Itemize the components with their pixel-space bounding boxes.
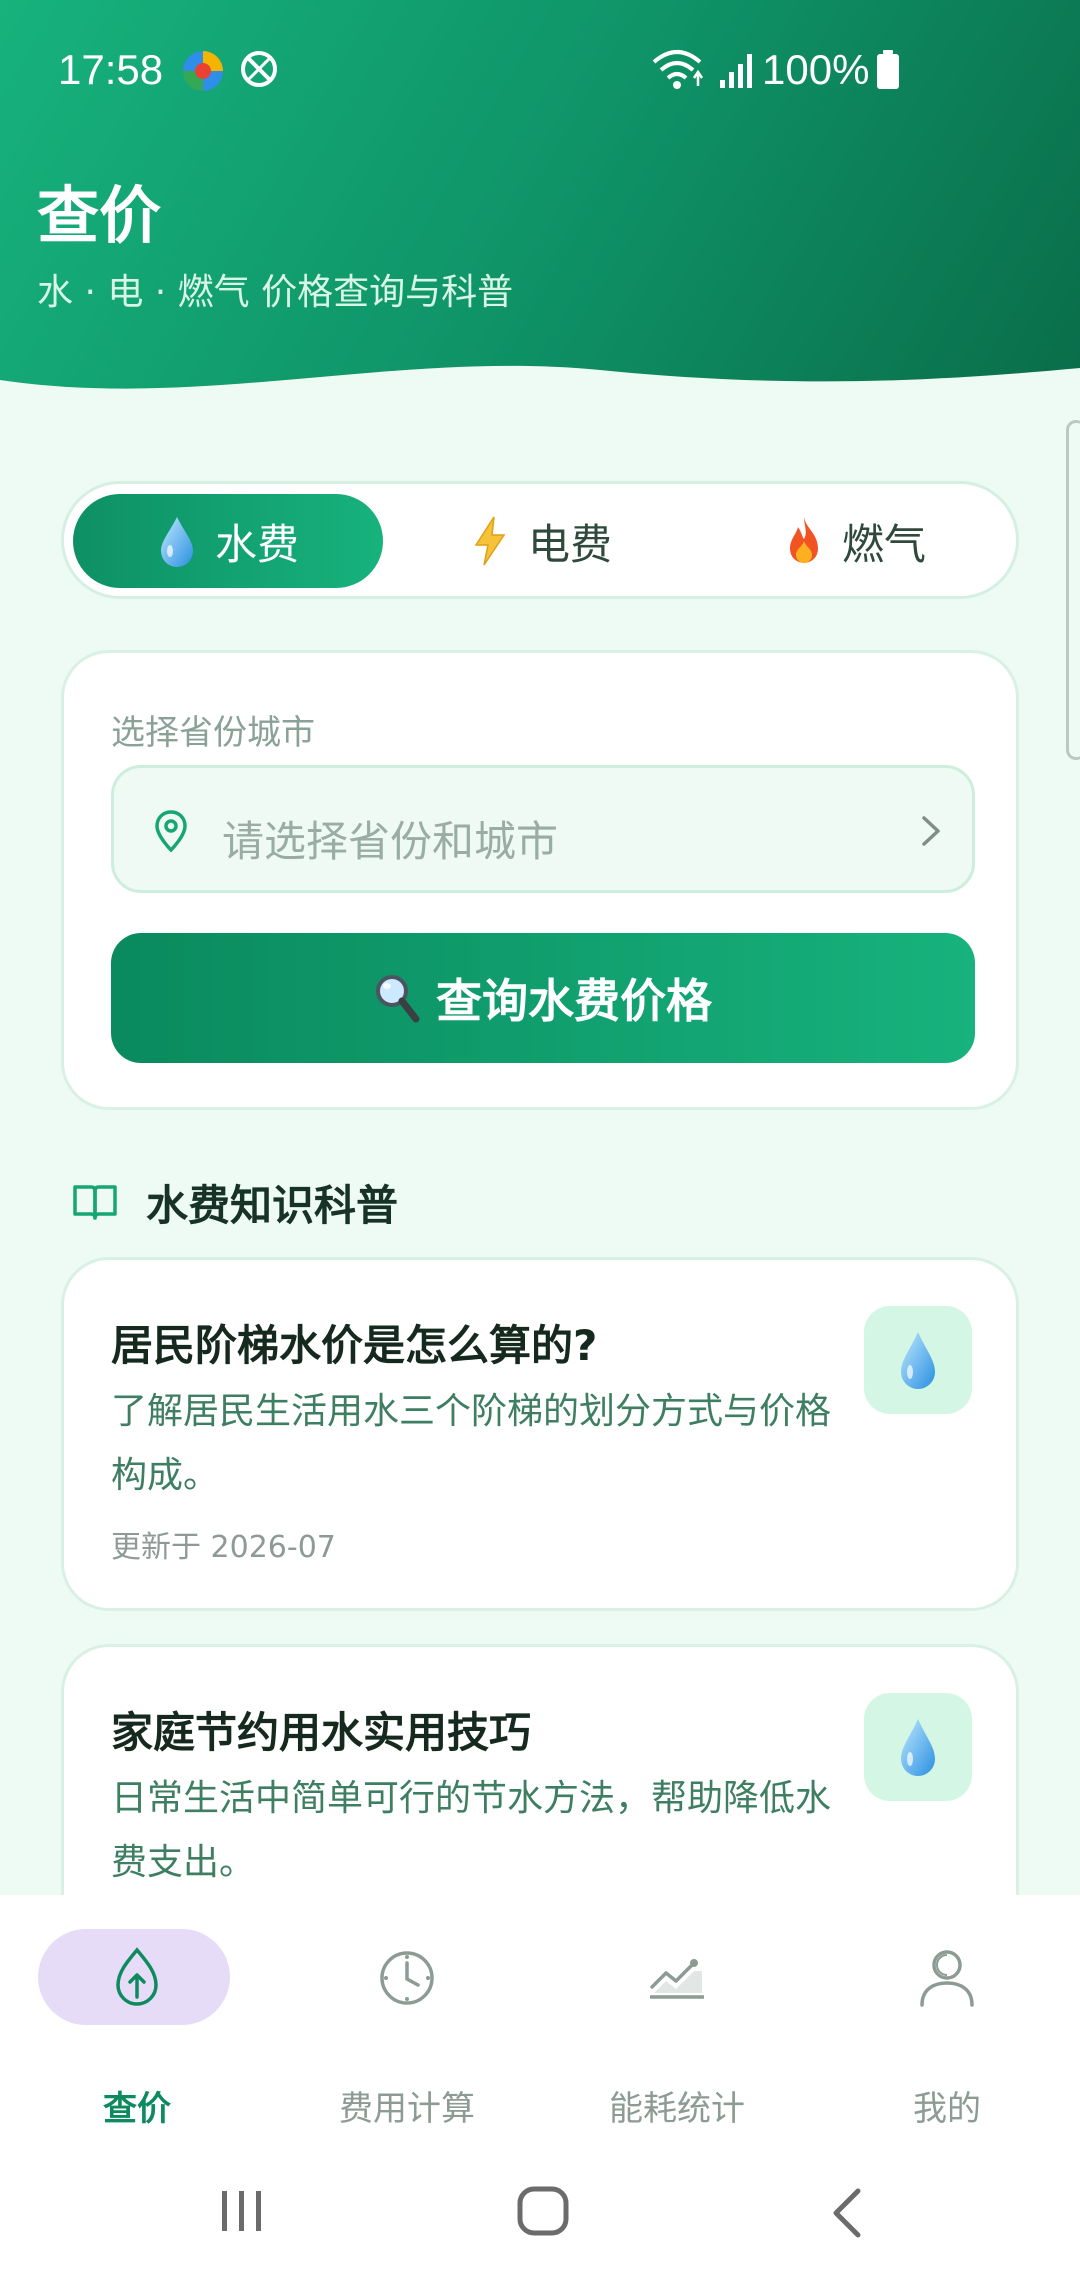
water-drop-icon bbox=[160, 517, 193, 567]
city-field-label: 选择省份城市 bbox=[111, 713, 315, 753]
signal-icon bbox=[720, 54, 752, 88]
back-icon[interactable] bbox=[826, 2185, 866, 2241]
status-bar: 17:58 100% bbox=[0, 40, 1080, 100]
battery-percent: 100% bbox=[762, 46, 870, 93]
browser-icon bbox=[183, 51, 223, 91]
article-description: 日常生活中简单可行的节水方法，帮助降低水费支出。 bbox=[111, 1778, 832, 1883]
city-selector[interactable]: 请选择省份和城市 bbox=[111, 765, 975, 893]
tab-electricity[interactable]: 电费 bbox=[386, 494, 696, 588]
user-icon bbox=[920, 1950, 974, 2007]
article-description: 了解居民生活用水三个阶梯的划分方式与价格构成。 bbox=[111, 1391, 832, 1496]
nav-item-profile[interactable]: 我的 bbox=[832, 1929, 1052, 2129]
article-date: 更新于 2026-07 bbox=[111, 1530, 336, 1565]
article-badge bbox=[864, 1306, 972, 1414]
status-time: 17:58 bbox=[58, 46, 164, 93]
scroll-indicator[interactable] bbox=[1066, 420, 1080, 760]
nav-label: 查价 bbox=[103, 2089, 171, 2129]
home-icon[interactable] bbox=[516, 2185, 572, 2237]
section-title: 水费知识科普 bbox=[146, 1180, 399, 1230]
lightning-icon bbox=[474, 516, 506, 566]
page-title: 查价 bbox=[37, 179, 162, 252]
bottom-nav: 查价 费用计算 能耗统计 我的 bbox=[0, 1895, 1080, 2145]
city-selector-placeholder: 请选择省份和城市 bbox=[222, 817, 559, 866]
tab-gas-label: 燃气 bbox=[841, 519, 926, 569]
location-pin-icon bbox=[155, 810, 187, 852]
book-icon bbox=[73, 1185, 117, 1220]
recent-apps-icon[interactable] bbox=[218, 2187, 266, 2235]
article-card[interactable]: 居民阶梯水价是怎么算的? 了解居民生活用水三个阶梯的划分方式与价格构成。 更新于… bbox=[61, 1257, 1019, 1611]
nav-item-price[interactable]: 查价 bbox=[22, 1929, 242, 2129]
tab-water[interactable]: 水费 bbox=[73, 494, 383, 588]
header: 17:58 100% 查价 水 · 电 · 燃气 价格查询与科普 bbox=[0, 0, 1080, 420]
nav-item-energy-stats[interactable]: 能耗统计 bbox=[562, 1929, 782, 2129]
query-price-button[interactable]: 查询水费价格 bbox=[111, 933, 975, 1063]
query-button-label: 查询水费价格 bbox=[436, 974, 712, 1028]
screen: 17:58 100% 查价 水 · 电 · 燃气 价格查询与科普 水费 电费 燃… bbox=[0, 0, 1080, 2280]
system-nav-bar bbox=[0, 2145, 1080, 2280]
nav-label: 能耗统计 bbox=[609, 2089, 745, 2129]
nav-label: 费用计算 bbox=[339, 2089, 475, 2129]
tab-water-label: 水费 bbox=[214, 519, 299, 569]
chevron-right-icon bbox=[922, 816, 940, 846]
chart-icon bbox=[650, 1959, 704, 1999]
page-subtitle: 水 · 电 · 燃气 价格查询与科普 bbox=[37, 272, 514, 313]
clock-icon bbox=[380, 1951, 434, 2005]
article-badge bbox=[864, 1693, 972, 1801]
article-title: 居民阶梯水价是怎么算的? bbox=[111, 1321, 598, 1370]
price-leaf-icon bbox=[116, 1947, 158, 2006]
magnifier-icon bbox=[376, 975, 420, 1023]
utility-tabs: 水费 电费 燃气 bbox=[61, 481, 1019, 599]
blocked-icon bbox=[241, 51, 277, 87]
tab-gas[interactable]: 燃气 bbox=[700, 494, 1010, 588]
water-drop-icon bbox=[901, 1332, 935, 1389]
knowledge-section-heading: 水费知识科普 bbox=[72, 1172, 398, 1232]
fire-icon bbox=[789, 517, 818, 563]
article-title: 家庭节约用水实用技巧 bbox=[111, 1708, 532, 1757]
tab-electricity-label: 电费 bbox=[527, 519, 612, 569]
nav-label: 我的 bbox=[913, 2089, 981, 2129]
water-drop-icon bbox=[901, 1719, 935, 1776]
header-wave bbox=[0, 365, 1080, 420]
battery-icon bbox=[877, 50, 899, 89]
query-card: 选择省份城市 请选择省份和城市 查询水费价格 bbox=[61, 650, 1019, 1110]
wifi-icon bbox=[652, 50, 704, 89]
nav-item-cost-calc[interactable]: 费用计算 bbox=[292, 1929, 512, 2129]
